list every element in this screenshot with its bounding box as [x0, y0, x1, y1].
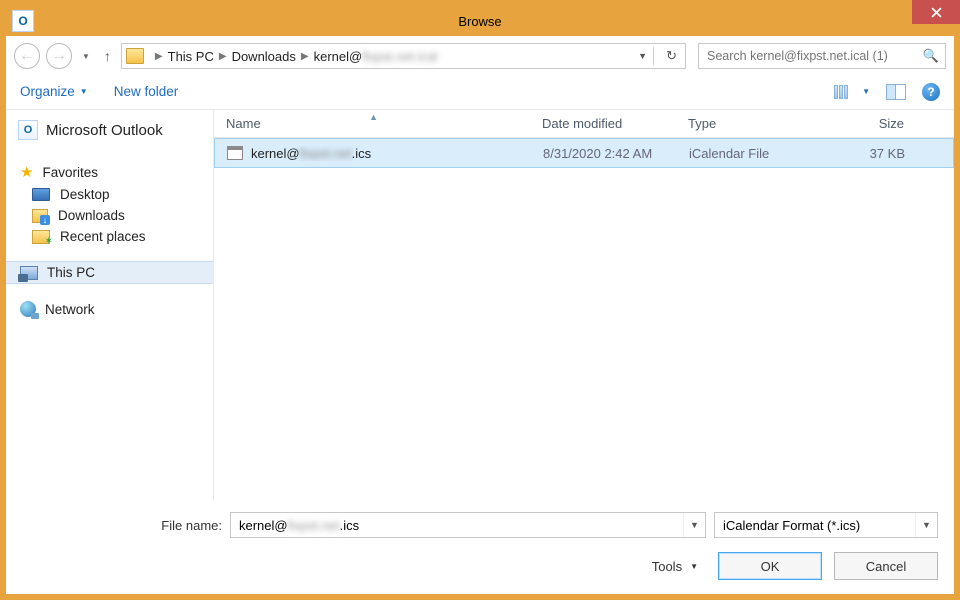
pc-icon	[20, 266, 38, 280]
file-name-cell: kernel@fixpst.net.ics	[215, 146, 531, 161]
address-dropdown[interactable]: ▼	[638, 51, 647, 61]
breadcrumb-this-pc[interactable]: This PC	[168, 49, 214, 64]
sidebar-item-network[interactable]: Network	[6, 298, 213, 320]
help-button[interactable]: ?	[922, 83, 940, 101]
sidebar-item-this-pc[interactable]: This PC	[6, 261, 213, 284]
filename-dropdown[interactable]: ▼	[683, 513, 705, 537]
close-button[interactable]	[912, 0, 960, 24]
tools-menu[interactable]: Tools ▼	[652, 559, 698, 574]
network-icon	[20, 301, 36, 317]
sidebar-item-desktop[interactable]: Desktop	[6, 184, 213, 205]
sidebar-item-downloads[interactable]: Downloads	[6, 205, 213, 226]
arrow-up-icon: ↑	[104, 48, 111, 64]
breadcrumb-folder[interactable]: kernel@fixpst.net.ical	[314, 49, 438, 64]
filter-dropdown[interactable]: ▼	[915, 513, 937, 537]
arrow-left-icon: ←	[19, 47, 35, 65]
arrow-right-icon: →	[51, 47, 67, 65]
view-icon	[834, 84, 856, 100]
breadcrumb-downloads[interactable]: Downloads	[232, 49, 296, 64]
column-header-type[interactable]: Type	[676, 110, 824, 137]
refresh-button[interactable]: ↻	[660, 48, 683, 64]
column-header-size[interactable]: Size	[824, 110, 920, 137]
recent-places-icon	[32, 230, 50, 244]
preview-pane-button[interactable]	[886, 84, 906, 100]
search-icon[interactable]: 🔍	[923, 48, 939, 64]
search-input[interactable]	[699, 49, 945, 63]
file-row[interactable]: kernel@fixpst.net.ics 8/31/2020 2:42 AM …	[214, 138, 954, 168]
chevron-down-icon: ▼	[690, 520, 699, 530]
column-headers: Name ▲ Date modified Type Size	[214, 110, 954, 138]
back-button[interactable]: ←	[14, 43, 40, 69]
chevron-down-icon: ▼	[690, 562, 698, 571]
toolbar: Organize ▼ New folder ▼ ?	[6, 74, 954, 110]
filename-label: File name:	[22, 518, 222, 533]
close-icon	[931, 7, 942, 18]
star-icon: ★	[20, 163, 33, 181]
history-dropdown[interactable]: ▼	[78, 52, 94, 61]
filetype-filter[interactable]: iCalendar Format (*.ics) ▼	[714, 512, 938, 538]
folder-icon	[126, 48, 144, 64]
ok-button[interactable]: OK	[718, 552, 822, 580]
filename-input[interactable]: kernel@fixpst.net.ics ▼	[230, 512, 706, 538]
calendar-file-icon	[227, 146, 243, 160]
organize-menu[interactable]: Organize ▼	[20, 84, 88, 99]
address-bar[interactable]: ▶ This PC ▶ Downloads ▶ kernel@fixpst.ne…	[121, 43, 686, 69]
chevron-right-icon: ▶	[296, 51, 314, 62]
sort-ascending-icon: ▲	[369, 112, 378, 122]
navigation-bar: ← → ▼ ↑ ▶ This PC ▶ Downloads ▶ kernel@f…	[6, 36, 954, 74]
forward-button[interactable]: →	[46, 43, 72, 69]
file-type-cell: iCalendar File	[677, 146, 825, 161]
chevron-right-icon: ▶	[150, 51, 168, 62]
refresh-icon: ↻	[666, 48, 677, 63]
sidebar-item-outlook[interactable]: O Microsoft Outlook	[6, 116, 213, 146]
file-size-cell: 37 KB	[825, 146, 921, 161]
title-bar: O Browse	[6, 6, 954, 36]
view-mode-button[interactable]: ▼	[834, 84, 870, 100]
navigation-sidebar: O Microsoft Outlook ★ Favorites Desktop …	[6, 110, 214, 557]
up-button[interactable]: ↑	[100, 48, 115, 64]
downloads-icon	[32, 209, 48, 223]
desktop-icon	[32, 188, 50, 201]
file-date-cell: 8/31/2020 2:42 AM	[531, 146, 677, 161]
column-header-date[interactable]: Date modified	[530, 110, 676, 137]
chevron-down-icon: ▼	[922, 520, 931, 530]
sidebar-item-recent-places[interactable]: Recent places	[6, 226, 213, 247]
chevron-right-icon: ▶	[214, 51, 232, 62]
file-list: Name ▲ Date modified Type Size kernel@fi…	[214, 110, 954, 557]
cancel-button[interactable]: Cancel	[834, 552, 938, 580]
search-box[interactable]: 🔍	[698, 43, 946, 69]
outlook-icon: O	[18, 120, 38, 140]
chevron-down-icon: ▼	[862, 87, 870, 96]
help-icon: ?	[927, 85, 934, 99]
chevron-down-icon: ▼	[80, 87, 88, 96]
window-title: Browse	[6, 14, 954, 29]
column-header-name[interactable]: Name ▲	[214, 110, 530, 137]
new-folder-button[interactable]: New folder	[114, 84, 179, 99]
sidebar-group-favorites[interactable]: ★ Favorites	[6, 160, 213, 184]
